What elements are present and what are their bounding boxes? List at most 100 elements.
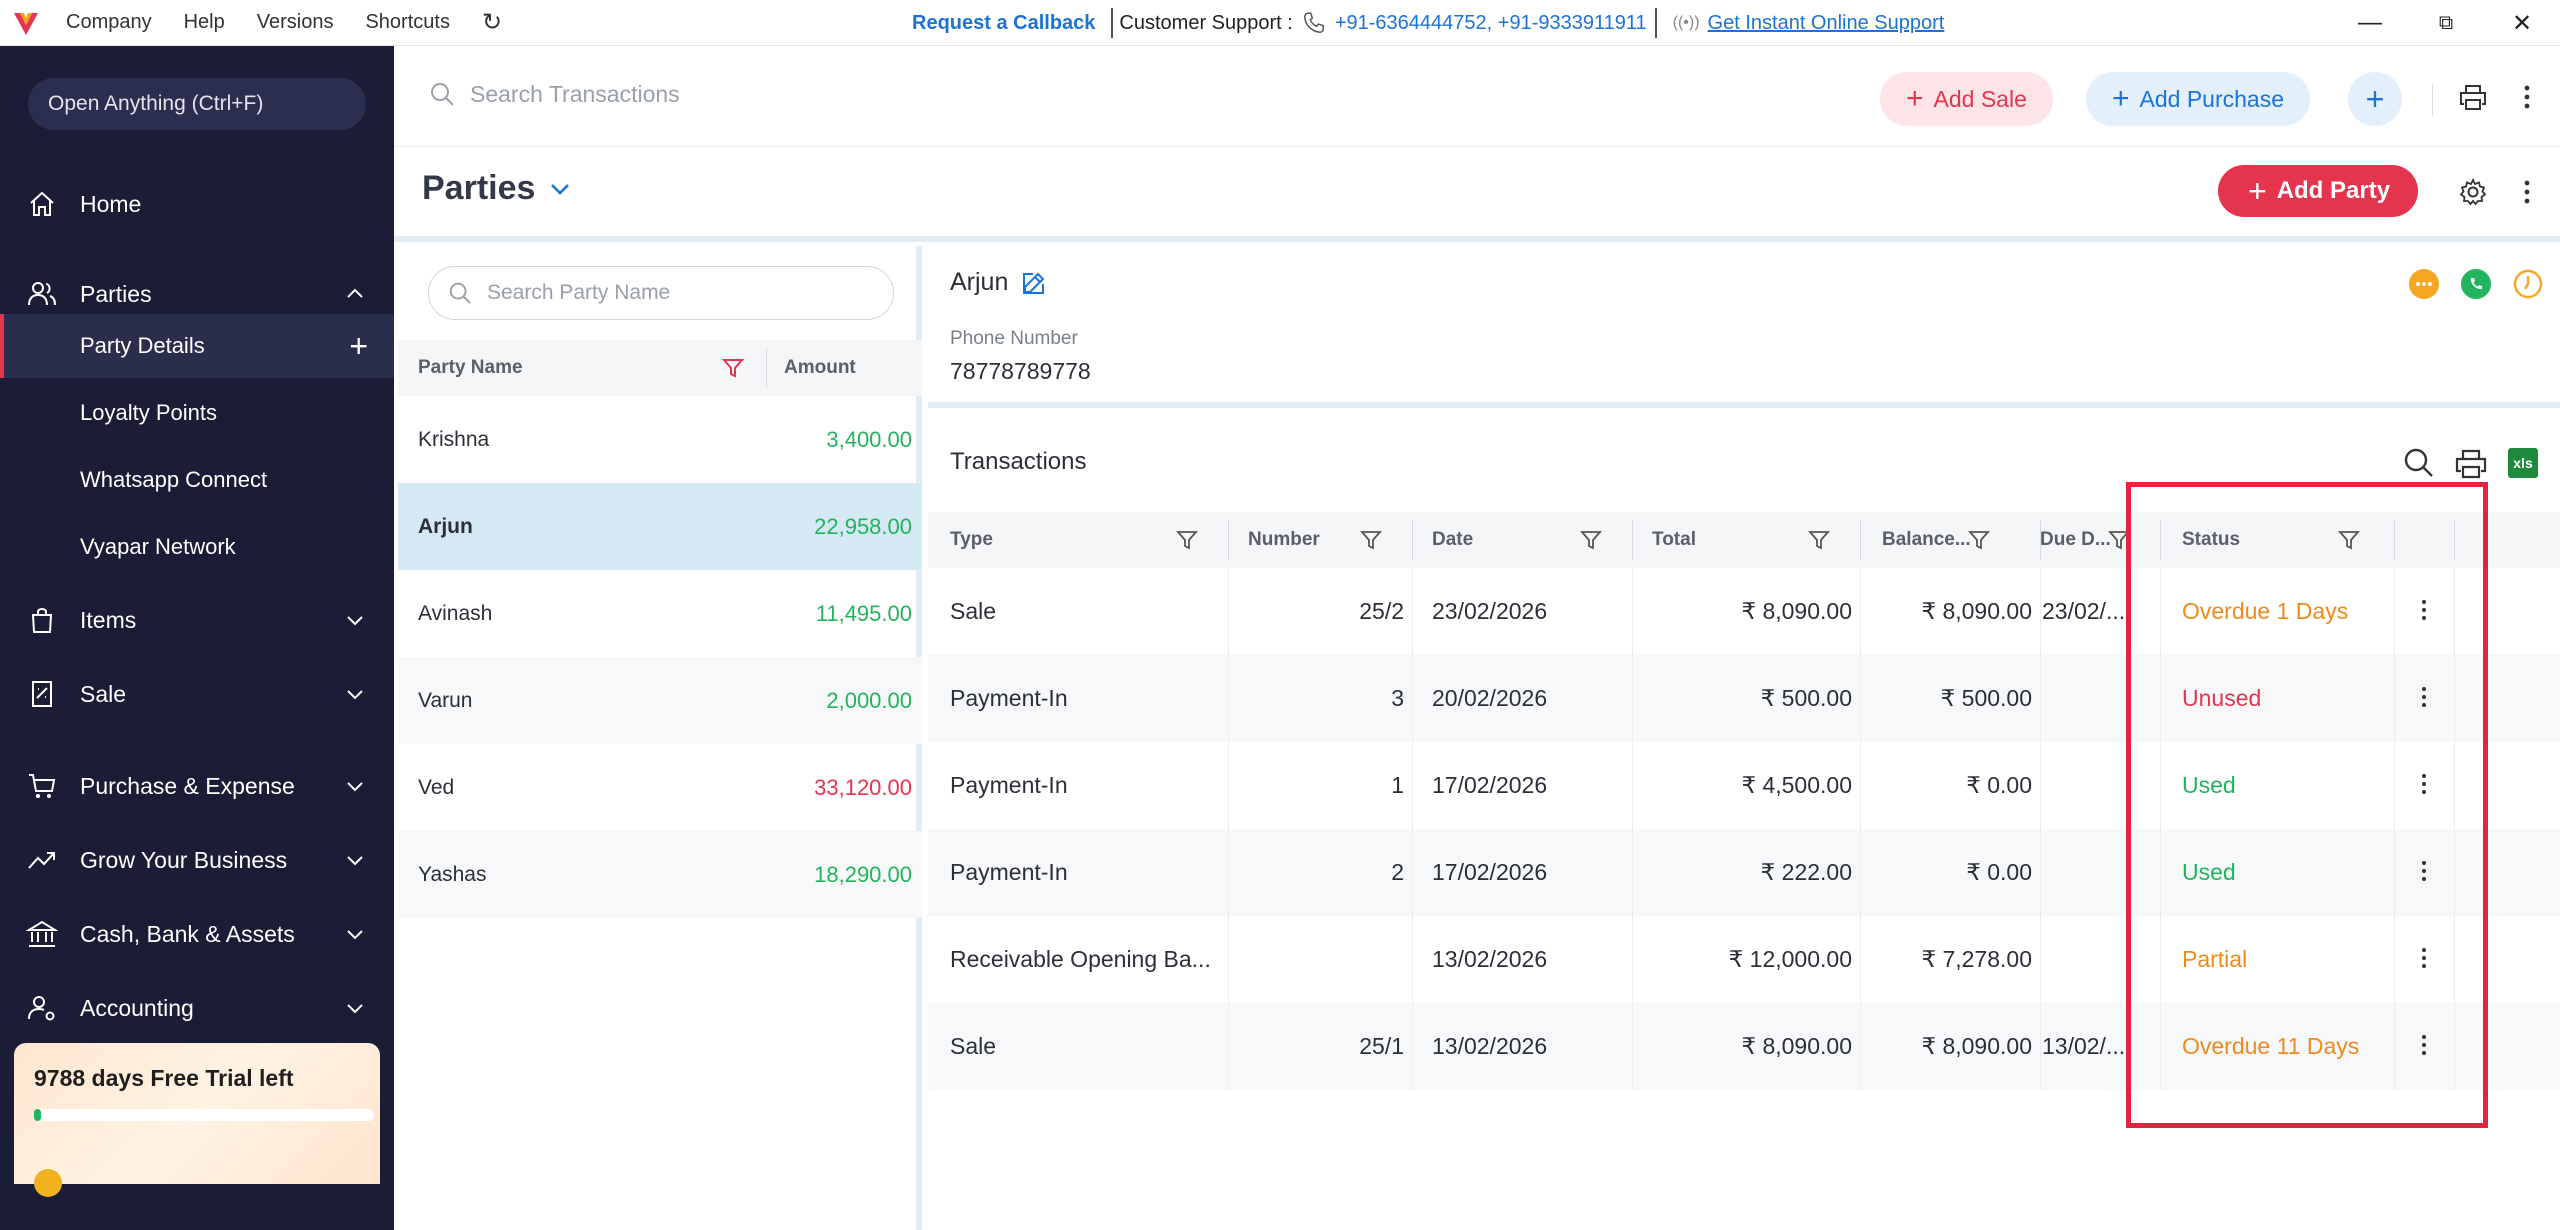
whatsapp-icon[interactable]	[2460, 268, 2492, 300]
party-list-item[interactable]: Arjun 22,958.00	[398, 483, 922, 570]
add-party-button[interactable]: + Add Party	[2218, 165, 2419, 217]
column-divider	[2160, 1003, 2161, 1090]
column-header-party-name[interactable]: Party Name	[418, 357, 523, 379]
parties-dropdown[interactable]: Parties	[422, 169, 573, 208]
online-support-link[interactable]: Get Instant Online Support	[1708, 12, 1945, 35]
filter-icon[interactable]	[2108, 529, 2130, 551]
sidebar-item-grow-business[interactable]: Grow Your Business	[0, 828, 394, 892]
add-party-plus-icon[interactable]: +	[349, 328, 368, 365]
party-list-item[interactable]: Krishna 3,400.00	[398, 396, 922, 483]
add-sale-button[interactable]: + Add Sale	[1880, 72, 2053, 126]
menu-shortcuts[interactable]: Shortcuts	[365, 11, 449, 34]
cell-number	[1228, 916, 1404, 1003]
cell-due-date	[2042, 829, 2158, 916]
cell-balance: ₹ 7,278.00	[1921, 946, 2032, 972]
more-vertical-icon[interactable]	[2420, 772, 2428, 798]
message-icon[interactable]	[2408, 268, 2440, 300]
column-divider	[1412, 568, 1413, 655]
column-header-status[interactable]: Status	[2182, 512, 2240, 568]
column-divider	[1412, 1003, 1413, 1090]
sidebar: Open Anything (Ctrl+F) Home Parties Part…	[0, 46, 394, 1230]
transaction-row[interactable]: Sale 25/1 13/02/2026 ₹ 8,090.00 ₹ 8,090.00 13…	[928, 1003, 2560, 1090]
column-divider	[2454, 916, 2455, 1003]
sidebar-item-cash-bank[interactable]: Cash, Bank & Assets	[0, 902, 394, 966]
search-party-input[interactable]: Search Party Name	[428, 266, 894, 320]
sidebar-item-loyalty-points[interactable]: Loyalty Points	[0, 381, 394, 445]
sidebar-item-whatsapp-connect[interactable]: Whatsapp Connect	[0, 448, 394, 512]
column-header-balance[interactable]: Balance...	[1882, 512, 1971, 568]
phone-number-label: Phone Number	[950, 328, 1078, 349]
transaction-row[interactable]: Receivable Opening Ba... 13/02/2026 ₹ 12,0…	[928, 916, 2560, 1003]
excel-export-icon[interactable]: xls	[2508, 448, 2538, 478]
filter-icon[interactable]	[1176, 529, 1198, 551]
filter-icon[interactable]	[1808, 529, 1830, 551]
column-header-total[interactable]: Total	[1652, 512, 1696, 568]
add-more-button[interactable]: +	[2348, 72, 2402, 126]
sidebar-item-party-details[interactable]: Party Details +	[0, 314, 394, 378]
menu-help[interactable]: Help	[184, 11, 225, 34]
print-icon[interactable]	[2458, 82, 2488, 112]
filter-icon[interactable]	[2338, 529, 2360, 551]
transaction-row[interactable]: Payment-In 1 17/02/2026 ₹ 4,500.00 ₹ 0.00 Use…	[928, 742, 2560, 829]
more-vertical-icon[interactable]	[2420, 685, 2428, 711]
search-icon[interactable]	[2402, 446, 2436, 480]
cell-balance: ₹ 0.00	[1966, 772, 2032, 798]
divider	[1412, 520, 1413, 560]
filter-icon[interactable]	[1580, 529, 1602, 551]
edit-icon[interactable]	[1020, 269, 1048, 297]
add-purchase-button[interactable]: + Add Purchase	[2086, 72, 2311, 126]
refresh-icon[interactable]: ↻	[482, 8, 502, 37]
free-trial-card[interactable]: 9788 days Free Trial left	[14, 1043, 380, 1197]
column-header-date[interactable]: Date	[1432, 512, 1473, 568]
column-header-due-date[interactable]: Due D...	[2040, 512, 2111, 568]
menu-versions[interactable]: Versions	[257, 11, 334, 34]
more-vertical-icon[interactable]	[2420, 598, 2428, 624]
more-vertical-icon[interactable]	[2420, 1033, 2428, 1059]
search-transactions-input[interactable]: Search Transactions	[428, 80, 680, 108]
restore-button[interactable]: ⧉	[2408, 0, 2484, 46]
cell-number: 25/2	[1359, 598, 1404, 624]
sidebar-item-accounting[interactable]: Accounting	[0, 976, 394, 1040]
party-list-item[interactable]: Ved 33,120.00	[398, 744, 922, 831]
cell-due-date	[2042, 655, 2158, 742]
transaction-row[interactable]: Payment-In 3 20/02/2026 ₹ 500.00 ₹ 500.00 Unu…	[928, 655, 2560, 742]
sidebar-item-items[interactable]: Items	[0, 588, 394, 652]
column-header-amount[interactable]: Amount	[784, 357, 856, 379]
print-icon[interactable]	[2454, 446, 2488, 480]
party-list-item[interactable]: Avinash 11,495.00	[398, 570, 922, 657]
plus-icon: +	[1906, 82, 1924, 115]
column-header-number[interactable]: Number	[1248, 512, 1320, 568]
minimize-button[interactable]: —	[2332, 0, 2408, 46]
party-list-item[interactable]: Varun 2,000.00	[398, 657, 922, 744]
request-callback-link[interactable]: Request a Callback	[912, 12, 1095, 35]
sidebar-item-sale[interactable]: Sale	[0, 662, 394, 726]
transaction-row[interactable]: Sale 25/2 23/02/2026 ₹ 8,090.00 ₹ 8,090.00 23…	[928, 568, 2560, 655]
divider	[1228, 520, 1229, 560]
sidebar-item-home[interactable]: Home	[0, 172, 394, 236]
cell-type: Payment-In	[950, 772, 1068, 798]
divider	[2160, 520, 2161, 560]
divider	[1111, 8, 1114, 38]
transaction-row[interactable]: Payment-In 2 17/02/2026 ₹ 222.00 ₹ 0.00 Used	[928, 829, 2560, 916]
reminder-clock-icon[interactable]	[2512, 268, 2544, 300]
more-vertical-icon[interactable]	[2512, 82, 2542, 112]
menu-company[interactable]: Company	[66, 11, 152, 34]
sidebar-item-label: Loyalty Points	[80, 400, 217, 425]
search-icon	[431, 83, 454, 106]
open-anything-button[interactable]: Open Anything (Ctrl+F)	[28, 78, 366, 130]
filter-icon[interactable]	[1360, 529, 1382, 551]
gear-icon[interactable]	[2458, 177, 2488, 207]
sidebar-item-vyapar-network[interactable]: Vyapar Network	[0, 515, 394, 579]
close-button[interactable]: ✕	[2484, 0, 2560, 46]
more-vertical-icon[interactable]	[2512, 177, 2542, 207]
column-header-type[interactable]: Type	[950, 512, 993, 568]
party-list-item[interactable]: Yashas 18,290.00	[398, 831, 922, 918]
more-vertical-icon[interactable]	[2420, 946, 2428, 972]
sidebar-item-label: Whatsapp Connect	[80, 467, 268, 492]
filter-icon[interactable]	[1968, 529, 1990, 551]
column-divider	[2454, 655, 2455, 742]
chevron-down-icon	[347, 930, 363, 940]
more-vertical-icon[interactable]	[2420, 859, 2428, 885]
sidebar-item-purchase-expense[interactable]: Purchase & Expense	[0, 754, 394, 818]
filter-icon[interactable]	[722, 357, 744, 379]
